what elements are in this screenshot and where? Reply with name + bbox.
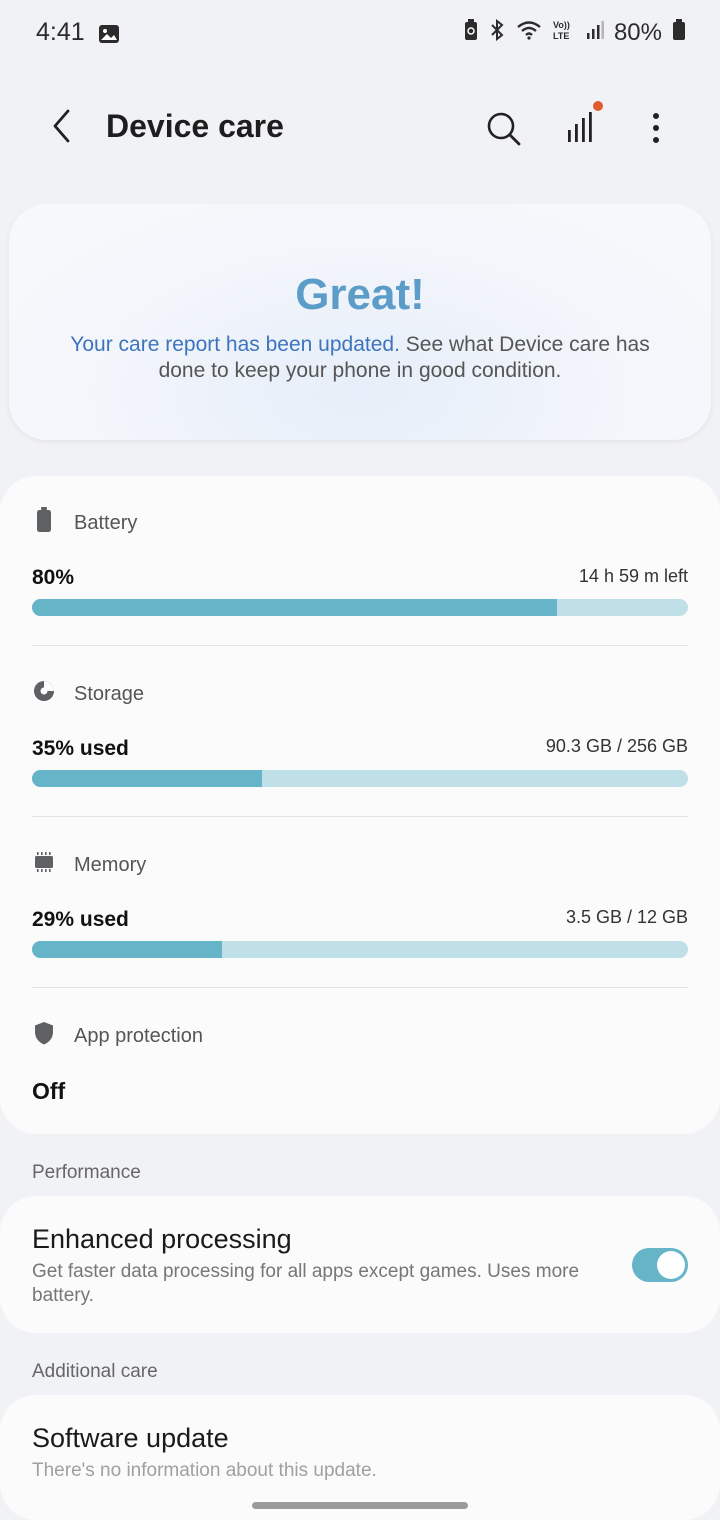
enhanced-processing-card[interactable]: Enhanced processing Get faster data proc… xyxy=(0,1196,720,1333)
enhanced-processing-title: Enhanced processing xyxy=(32,1224,292,1254)
shield-icon xyxy=(32,1019,56,1053)
signal-bars-icon xyxy=(560,101,604,152)
battery-bar-fill xyxy=(32,599,557,616)
hero-text: Your care report has been updated. See w… xyxy=(49,332,671,384)
storage-label: Storage xyxy=(74,682,145,705)
hero-title: Great! xyxy=(295,270,425,319)
battery-bar xyxy=(32,599,688,616)
status-battery-icon xyxy=(672,19,686,46)
diagnostics-button[interactable] xyxy=(560,100,604,148)
memory-bar-fill xyxy=(32,941,223,958)
performance-section-label: Performance xyxy=(32,1162,141,1183)
app-protection-header: App protection xyxy=(32,1019,203,1053)
battery-icon xyxy=(32,506,56,540)
svg-text:LTE: LTE xyxy=(553,31,569,41)
divider xyxy=(32,645,688,646)
care-report-card[interactable]: Great! Your care report has been updated… xyxy=(9,204,711,440)
memory-header: Memory xyxy=(32,848,146,882)
memory-value: 29% used xyxy=(32,908,129,931)
memory-bar xyxy=(32,941,688,958)
battery-label: Battery xyxy=(74,511,138,534)
more-vert-icon xyxy=(640,113,672,156)
battery-detail: 14 h 59 m left xyxy=(578,566,688,586)
care-report-link[interactable]: Your care report has been updated. xyxy=(70,333,400,356)
software-update-description: There's no information about this update… xyxy=(32,1460,377,1481)
divider xyxy=(32,816,688,817)
svg-text:Vo)): Vo)) xyxy=(553,20,570,30)
additional-care-section-label: Additional care xyxy=(32,1361,158,1382)
battery-value: 80% xyxy=(32,566,75,589)
volte-icon: Vo)) LTE xyxy=(552,18,576,47)
storage-value: 35% used xyxy=(32,737,129,760)
enhanced-processing-toggle[interactable] xyxy=(632,1248,688,1282)
cell-signal-icon xyxy=(586,20,604,45)
wifi-icon xyxy=(516,20,542,45)
enhanced-processing-description: Get faster data processing for all apps … xyxy=(32,1261,580,1306)
storage-bar xyxy=(32,770,688,787)
search-icon xyxy=(484,112,524,154)
software-update-title: Software update xyxy=(32,1423,229,1453)
home-indicator[interactable] xyxy=(252,1502,468,1509)
storage-detail: 90.3 GB / 256 GB xyxy=(545,736,688,756)
storage-bar-fill xyxy=(32,770,262,787)
toggle-knob xyxy=(657,1251,685,1279)
status-time: 4:41 xyxy=(36,18,85,46)
search-button[interactable] xyxy=(484,106,524,150)
chip-icon xyxy=(32,848,56,882)
app-protection-label: App protection xyxy=(74,1024,203,1047)
memory-label: Memory xyxy=(74,853,147,876)
bluetooth-icon xyxy=(488,18,506,46)
more-options-button[interactable] xyxy=(640,104,672,152)
page-title: Device care xyxy=(106,108,284,144)
memory-detail: 3.5 GB / 12 GB xyxy=(565,907,688,927)
stats-card: Battery 80% 14 h 59 m left Storage 35% u… xyxy=(0,476,720,1134)
storage-header: Storage xyxy=(32,677,144,711)
pie-chart-icon xyxy=(32,677,56,711)
status-icons: Vo)) LTE 80% xyxy=(464,18,686,47)
status-battery-percent: 80% xyxy=(613,18,662,46)
divider xyxy=(32,987,688,988)
battery-saver-icon xyxy=(464,19,478,46)
back-icon xyxy=(50,108,74,149)
back-button[interactable] xyxy=(42,104,82,152)
app-protection-value: Off xyxy=(32,1078,66,1104)
gallery-icon xyxy=(98,24,120,49)
battery-header: Battery xyxy=(32,506,137,540)
